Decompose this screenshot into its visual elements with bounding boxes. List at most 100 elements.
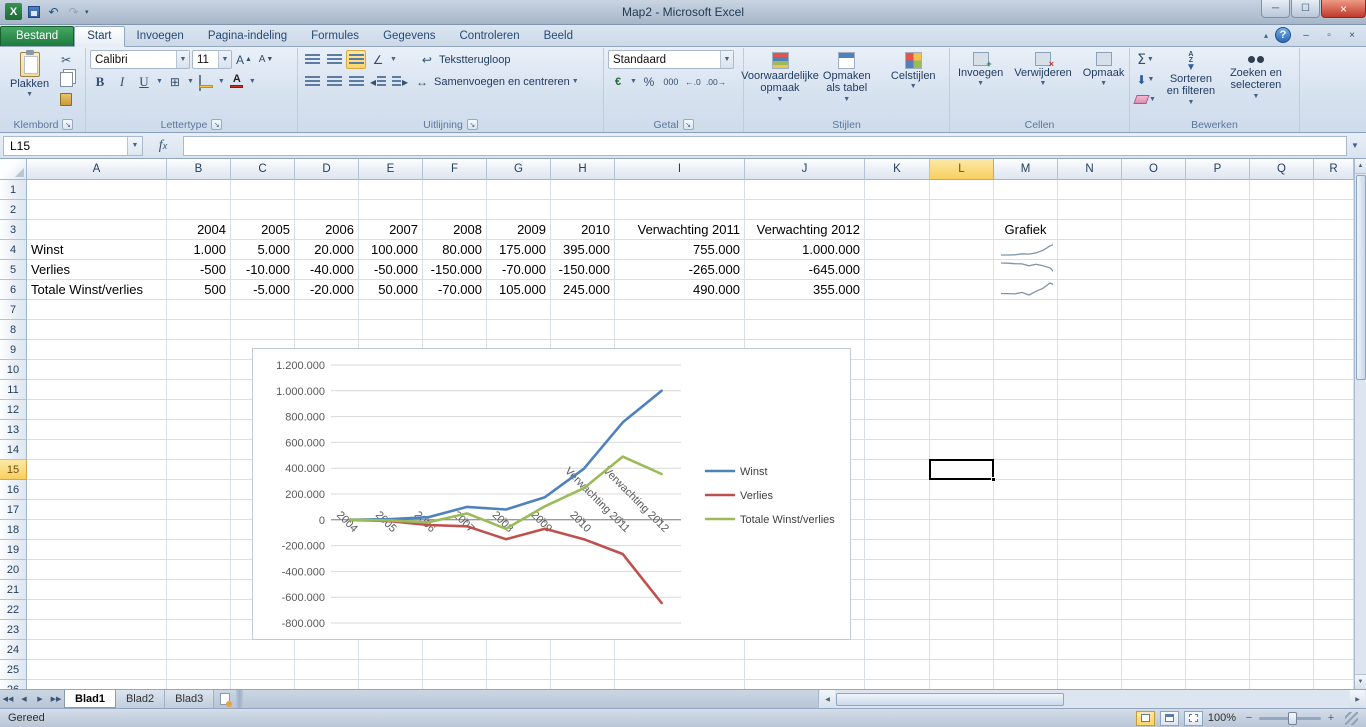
cell-N1[interactable] — [1058, 180, 1122, 200]
cell-N14[interactable] — [1058, 440, 1122, 460]
cell-P10[interactable] — [1186, 360, 1250, 380]
cell-K18[interactable] — [865, 520, 930, 540]
cell-P16[interactable] — [1186, 480, 1250, 500]
name-box-dropdown[interactable]: ▼ — [127, 136, 142, 155]
cell-R8[interactable] — [1314, 320, 1354, 340]
cell-N12[interactable] — [1058, 400, 1122, 420]
insert-worksheet-button[interactable] — [214, 690, 236, 708]
cell-I3[interactable]: Verwachting 2011 — [615, 220, 745, 240]
comma-format-button[interactable]: 000 — [661, 72, 681, 91]
cell-L16[interactable] — [930, 480, 994, 500]
page-break-view-button[interactable] — [1183, 710, 1203, 726]
align-left-button[interactable] — [302, 72, 322, 91]
cell-H5[interactable]: -150.000 — [551, 260, 615, 280]
cell-K12[interactable] — [865, 400, 930, 420]
fill-handle[interactable] — [991, 477, 996, 482]
orientation-button[interactable]: ∠ — [368, 50, 388, 69]
close-button[interactable]: × — [1321, 0, 1366, 18]
cell-C3[interactable]: 2005 — [231, 220, 295, 240]
horizontal-scrollbar[interactable]: ◀ ▶ — [818, 690, 1366, 708]
cell-O25[interactable] — [1122, 660, 1186, 680]
cell-K15[interactable] — [865, 460, 930, 480]
cell-P1[interactable] — [1186, 180, 1250, 200]
copy-button[interactable] — [56, 70, 76, 89]
format-cells-button[interactable]: Opmaak ▼ — [1079, 50, 1129, 90]
cell-O26[interactable] — [1122, 680, 1186, 689]
cell-L1[interactable] — [930, 180, 994, 200]
bold-button[interactable]: B — [90, 72, 110, 91]
row-header-20[interactable]: 20 — [0, 560, 27, 580]
row-header-2[interactable]: 2 — [0, 200, 27, 220]
row-header-17[interactable]: 17 — [0, 500, 27, 520]
cell-M25[interactable] — [994, 660, 1058, 680]
cell-R20[interactable] — [1314, 560, 1354, 580]
cell-B4[interactable]: 1.000 — [167, 240, 231, 260]
cell-A1[interactable] — [27, 180, 167, 200]
column-header-A[interactable]: A — [27, 159, 167, 180]
vertical-scrollbar[interactable]: ▲ ▼ — [1354, 159, 1366, 689]
cell-A19[interactable] — [27, 540, 167, 560]
row-header-24[interactable]: 24 — [0, 640, 27, 660]
cell-R11[interactable] — [1314, 380, 1354, 400]
cell-R2[interactable] — [1314, 200, 1354, 220]
ribbon-tab-start[interactable]: Start — [74, 26, 125, 47]
cell-F7[interactable] — [423, 300, 487, 320]
cell-H6[interactable]: 245.000 — [551, 280, 615, 300]
column-header-G[interactable]: G — [487, 159, 551, 180]
cell-H7[interactable] — [551, 300, 615, 320]
cell-R17[interactable] — [1314, 500, 1354, 520]
cell-B15[interactable] — [167, 460, 231, 480]
cell-K1[interactable] — [865, 180, 930, 200]
cell-B9[interactable] — [167, 340, 231, 360]
normal-view-button[interactable] — [1135, 710, 1155, 726]
cell-K9[interactable] — [865, 340, 930, 360]
cell-J4[interactable]: 1.000.000 — [745, 240, 865, 260]
cell-R13[interactable] — [1314, 420, 1354, 440]
qat-customize-button[interactable]: ▾ — [85, 8, 89, 16]
cell-H8[interactable] — [551, 320, 615, 340]
cell-L7[interactable] — [930, 300, 994, 320]
cell-O1[interactable] — [1122, 180, 1186, 200]
merge-center-button[interactable]: ↔ — [412, 72, 432, 91]
cell-O9[interactable] — [1122, 340, 1186, 360]
row-header-13[interactable]: 13 — [0, 420, 27, 440]
borders-button[interactable]: ⊞ — [165, 72, 185, 91]
number-format-combo[interactable]: Standaard ▼ — [608, 50, 734, 69]
excel-logo-icon[interactable]: X — [5, 3, 22, 20]
cell-B6[interactable]: 500 — [167, 280, 231, 300]
cell-B10[interactable] — [167, 360, 231, 380]
dialog-launcher-font[interactable]: ↘ — [211, 119, 223, 130]
cell-O19[interactable] — [1122, 540, 1186, 560]
cell-N15[interactable] — [1058, 460, 1122, 480]
cell-I8[interactable] — [615, 320, 745, 340]
formula-input[interactable] — [183, 135, 1347, 156]
cell-M1[interactable] — [994, 180, 1058, 200]
cell-M7[interactable] — [994, 300, 1058, 320]
cell-J6[interactable]: 355.000 — [745, 280, 865, 300]
cell-N19[interactable] — [1058, 540, 1122, 560]
increase-decimal-button[interactable]: ←.0 — [683, 72, 703, 91]
cell-M19[interactable] — [994, 540, 1058, 560]
cell-M3[interactable]: Grafiek — [994, 220, 1058, 240]
column-header-O[interactable]: O — [1122, 159, 1186, 180]
cell-L3[interactable] — [930, 220, 994, 240]
font-name-combo[interactable]: Calibri ▼ — [90, 50, 190, 69]
cell-F1[interactable] — [423, 180, 487, 200]
cell-A21[interactable] — [27, 580, 167, 600]
redo-button[interactable]: ↷ — [65, 3, 82, 20]
cell-O16[interactable] — [1122, 480, 1186, 500]
cell-R19[interactable] — [1314, 540, 1354, 560]
cell-B26[interactable] — [167, 680, 231, 689]
column-header-Q[interactable]: Q — [1250, 159, 1314, 180]
cell-I4[interactable]: 755.000 — [615, 240, 745, 260]
column-header-C[interactable]: C — [231, 159, 295, 180]
cell-G24[interactable] — [487, 640, 551, 660]
cell-K11[interactable] — [865, 380, 930, 400]
cell-O24[interactable] — [1122, 640, 1186, 660]
cell-B19[interactable] — [167, 540, 231, 560]
cell-N24[interactable] — [1058, 640, 1122, 660]
cell-K2[interactable] — [865, 200, 930, 220]
cell-O11[interactable] — [1122, 380, 1186, 400]
cell-P15[interactable] — [1186, 460, 1250, 480]
scroll-left-arrow[interactable]: ◀ — [820, 690, 835, 708]
